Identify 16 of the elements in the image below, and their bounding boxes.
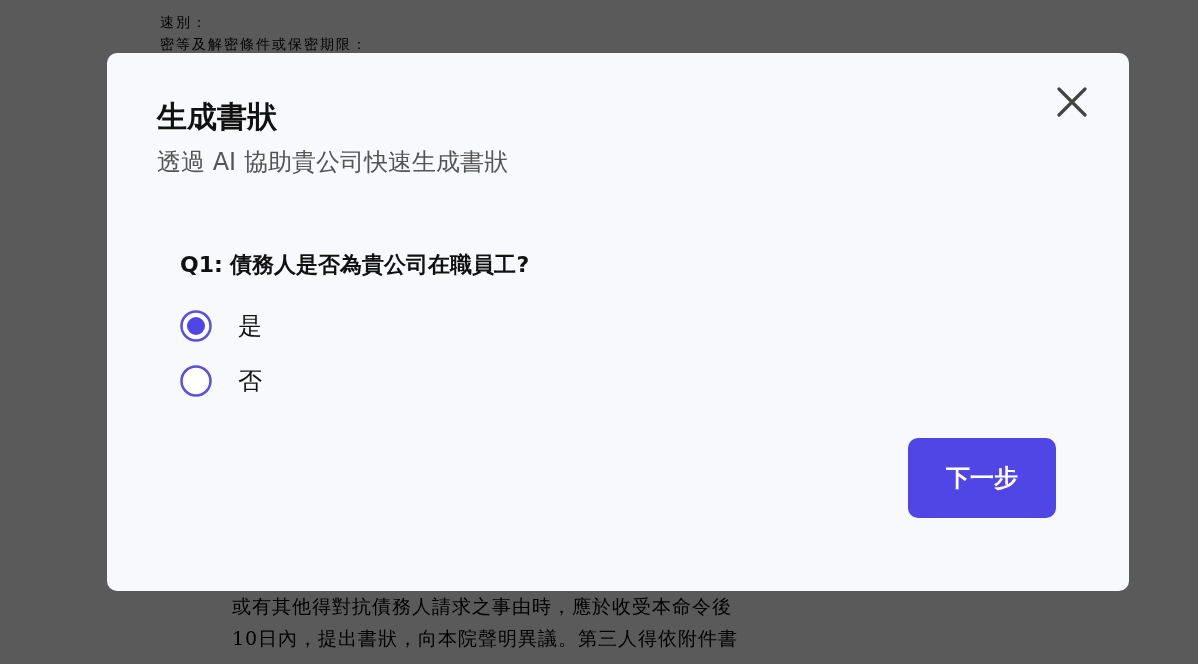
radio-button[interactable]: [180, 365, 212, 397]
radio-button[interactable]: [180, 310, 212, 342]
close-icon: [1057, 87, 1087, 117]
radio-option[interactable]: 是: [180, 310, 262, 342]
document-text: 10日內，提出書狀，向本院聲明異議。第三人得依附件書: [232, 626, 740, 650]
radio-option[interactable]: 否: [180, 365, 262, 397]
next-button[interactable]: 下一步: [908, 438, 1056, 518]
document-text: 或有其他得對抗債務人請求之事由時，應於收受本命令後: [232, 594, 733, 618]
option-label: 否: [238, 366, 262, 397]
document-text: 密等及解密條件或保密期限：: [160, 36, 369, 54]
dialog-title: 生成書狀: [157, 98, 278, 136]
option-label: 是: [238, 311, 262, 342]
close-button[interactable]: [1057, 87, 1087, 117]
document-text: 速別：: [160, 14, 209, 32]
dialog-subtitle: 透過 AI 協助貴公司快速生成書狀: [157, 147, 509, 178]
question-text: Q1: 債務人是否為貴公司在職員工?: [180, 251, 531, 279]
